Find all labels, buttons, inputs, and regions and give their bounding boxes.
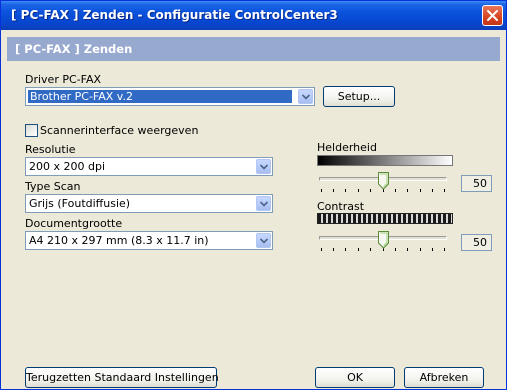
scan-type-select[interactable]: Grijs (Foutdiffusie) bbox=[25, 194, 273, 213]
driver-select-value: Brother PC-FAX v.2 bbox=[28, 90, 292, 103]
settings-panel: Driver PC-FAX Brother PC-FAX v.2 Setup..… bbox=[7, 61, 500, 388]
brightness-preview-bar bbox=[317, 155, 453, 166]
scanner-interface-checkbox[interactable] bbox=[25, 124, 38, 137]
resolution-select[interactable]: 200 x 200 dpi bbox=[25, 157, 273, 176]
chevron-down-icon[interactable] bbox=[256, 196, 271, 211]
driver-label: Driver PC-FAX bbox=[25, 73, 102, 86]
driver-select[interactable]: Brother PC-FAX v.2 bbox=[25, 87, 315, 106]
close-button[interactable] bbox=[482, 5, 503, 26]
resolution-label: Resolutie bbox=[25, 143, 76, 156]
scanner-interface-label[interactable]: Scannerinterface weergeven bbox=[40, 124, 198, 137]
scan-type-label: Type Scan bbox=[25, 180, 81, 193]
contrast-preview-bar bbox=[317, 213, 453, 224]
document-size-label: Documentgrootte bbox=[25, 217, 123, 230]
contrast-value-field[interactable]: 50 bbox=[461, 234, 492, 251]
chevron-down-icon[interactable] bbox=[256, 159, 271, 174]
ok-button[interactable]: OK bbox=[315, 367, 395, 388]
setup-button[interactable]: Setup... bbox=[323, 86, 395, 107]
chevron-down-icon[interactable] bbox=[298, 89, 313, 104]
contrast-label: Contrast bbox=[317, 200, 365, 213]
section-header: [ PC-FAX ] Zenden bbox=[7, 37, 500, 61]
title-bar[interactable]: [ PC-FAX ] Zenden - Configuratie Control… bbox=[1, 1, 506, 30]
brightness-label: Helderheid bbox=[317, 141, 377, 154]
cancel-button[interactable]: Afbreken bbox=[404, 367, 484, 388]
resolution-select-value: 200 x 200 dpi bbox=[29, 160, 106, 173]
close-icon bbox=[487, 10, 498, 21]
contrast-slider-thumb[interactable] bbox=[378, 231, 389, 249]
section-header-title: [ PC-FAX ] Zenden bbox=[15, 42, 133, 56]
document-size-select[interactable]: A4 210 x 297 mm (8.3 x 11.7 in) bbox=[25, 231, 273, 250]
dialog-window: [ PC-FAX ] Zenden - Configuratie Control… bbox=[0, 0, 507, 390]
brightness-value-field[interactable]: 50 bbox=[461, 175, 492, 192]
reset-defaults-button[interactable]: Terugzetten Standaard Instellingen bbox=[25, 367, 219, 388]
document-size-select-value: A4 210 x 297 mm (8.3 x 11.7 in) bbox=[29, 234, 209, 247]
chevron-down-icon[interactable] bbox=[256, 233, 271, 248]
brightness-slider-thumb[interactable] bbox=[378, 172, 389, 190]
window-title: [ PC-FAX ] Zenden - Configuratie Control… bbox=[11, 8, 338, 22]
scan-type-select-value: Grijs (Foutdiffusie) bbox=[29, 197, 131, 210]
